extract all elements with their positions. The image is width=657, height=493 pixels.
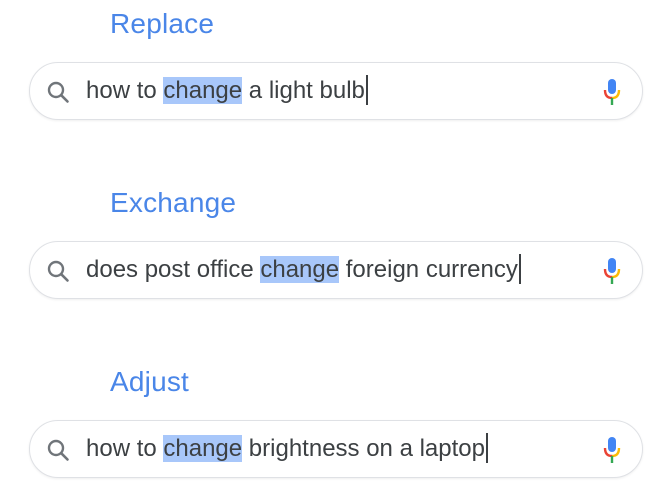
search-input[interactable]: does post office change foreign currency [86,242,521,298]
search-input[interactable]: how to change a light bulb [86,63,368,119]
query-text: a light bulb [242,77,365,104]
microphone-icon[interactable] [602,257,622,285]
microphone-icon[interactable] [602,436,622,464]
query-text: how to [86,435,164,462]
highlighted-word: change [163,77,243,104]
query-text: brightness on a laptop [242,435,485,462]
search-icon [47,439,69,461]
example-label: Replace [110,8,215,39]
search-bar[interactable]: how to change a light bulb [29,62,643,120]
search-bar[interactable]: how to change brightness on a laptop [29,420,643,478]
search-input[interactable]: how to change brightness on a laptop [86,421,488,477]
highlighted-word: change [163,435,243,462]
query-text: foreign currency [339,256,518,283]
microphone-icon[interactable] [602,78,622,106]
text-caret [485,432,488,463]
text-caret [518,253,521,284]
example-label: Exchange [110,187,237,218]
example-label: Adjust [110,366,190,397]
query-text: how to [86,77,164,104]
highlighted-word: change [260,256,340,283]
text-caret [365,74,368,105]
search-bar[interactable]: does post office change foreign currency [29,241,643,299]
query-text: does post office [86,256,261,283]
search-icon [47,260,69,282]
search-icon [47,81,69,103]
